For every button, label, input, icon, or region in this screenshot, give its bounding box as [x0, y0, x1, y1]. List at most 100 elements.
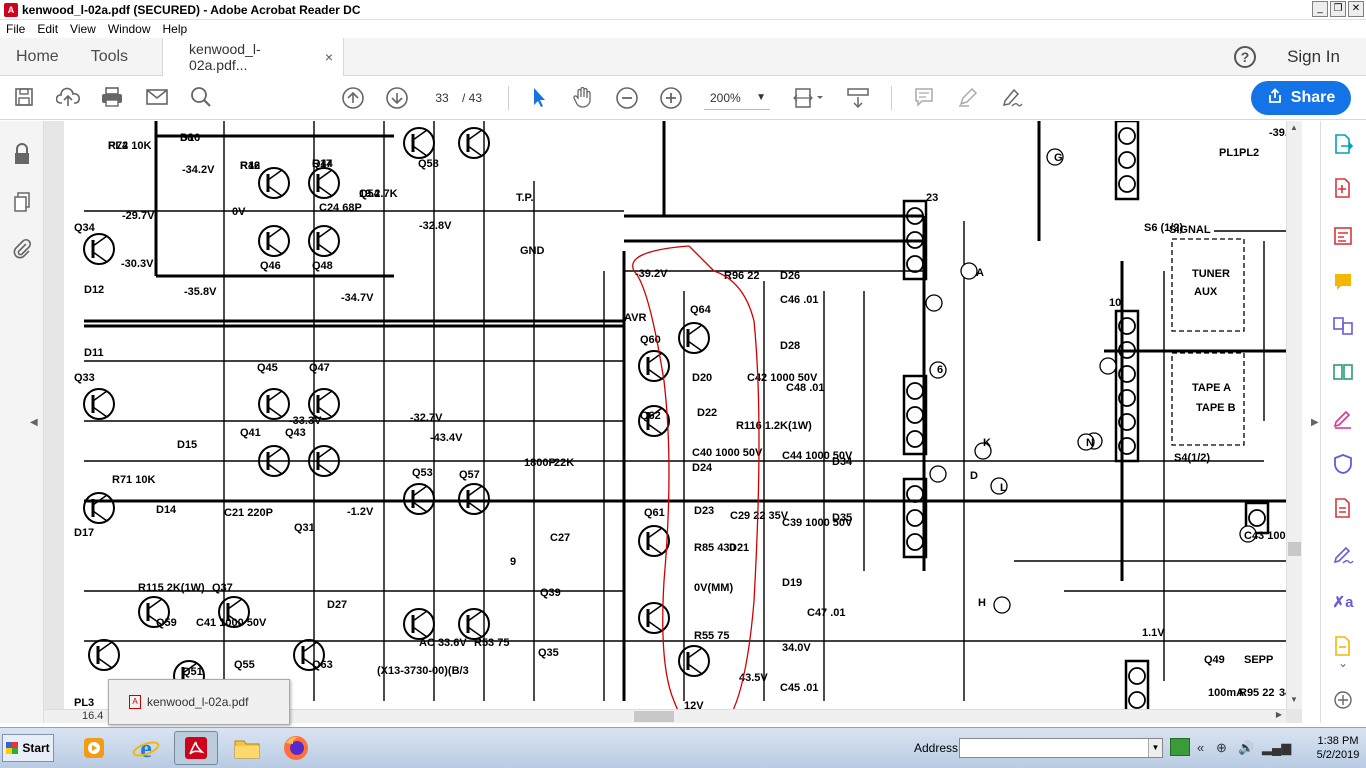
scroll-right-arrow-icon[interactable]: ▶ [1276, 710, 1282, 719]
system-clock[interactable]: 1:38 PM 5/2/2019 [1313, 734, 1363, 762]
expand-left-panel-icon[interactable]: ◀ [30, 417, 38, 428]
scroll-up-arrow-icon[interactable]: ▲ [1290, 123, 1298, 132]
schematic-label: C29 22 35V [730, 510, 789, 522]
schematic-label: TUNER [1192, 268, 1230, 280]
menu-file[interactable]: File [0, 22, 31, 36]
pdf-page[interactable]: R72 10K D16 R42 Q44 Q54 Q58 -34.2V -29.7V Q34 0V C… [64, 121, 1286, 709]
tab-home[interactable]: Home [0, 38, 75, 76]
transistor-emitter [317, 463, 333, 475]
edit-pdf-icon[interactable] [1331, 225, 1355, 249]
vertical-scroll-thumb[interactable] [1288, 542, 1301, 556]
transistor-emitter [412, 626, 428, 638]
transistor-emitter [647, 368, 663, 380]
lock-icon[interactable] [11, 143, 33, 165]
zoom-select[interactable]: 200% ▼ [704, 86, 770, 110]
menu-edit[interactable]: Edit [31, 22, 64, 36]
schematic-label: Q41 [240, 427, 261, 439]
select-cursor-icon[interactable] [527, 86, 551, 110]
find-icon[interactable] [189, 86, 213, 110]
transistor-collector [467, 129, 483, 141]
schematic-label: R115 2K(1W) [138, 582, 205, 594]
file-explorer-icon[interactable] [225, 731, 269, 765]
previous-page-icon[interactable] [341, 86, 365, 110]
share-label: Share [1290, 89, 1336, 106]
transistor-emitter [92, 406, 108, 418]
export-pdf-icon[interactable] [1331, 133, 1355, 157]
scroll-down-arrow-icon[interactable]: ▼ [1290, 695, 1298, 704]
sign-pen-icon[interactable] [1000, 86, 1024, 110]
protect-shield-icon[interactable] [1331, 453, 1355, 477]
schematic-label: D19 [782, 577, 802, 589]
page-total: / 43 [462, 91, 483, 105]
zoom-out-icon[interactable] [615, 86, 639, 110]
print-icon[interactable] [100, 86, 124, 110]
email-icon[interactable] [145, 86, 169, 110]
create-pdf-icon[interactable] [1331, 177, 1355, 201]
start-button[interactable]: Start [2, 734, 54, 762]
next-page-icon[interactable] [385, 86, 409, 110]
page-fit-icon[interactable] [791, 86, 827, 110]
firefox-icon[interactable] [274, 731, 318, 765]
transistor-emitter [267, 463, 283, 475]
network-signal-icon[interactable]: ▂▄▆ [1262, 740, 1291, 756]
pdf-document-icon[interactable] [1331, 497, 1355, 521]
usb-device-icon[interactable]: ⊕ [1216, 740, 1227, 756]
fill-sign-icon[interactable] [1331, 407, 1355, 431]
show-hidden-icons-chevron-icon[interactable]: « [1197, 740, 1204, 755]
tab-tools[interactable]: Tools [75, 38, 144, 76]
share-button[interactable]: Share [1251, 81, 1351, 115]
combine-files-icon[interactable] [1331, 315, 1355, 339]
address-input[interactable]: ▼ [959, 738, 1163, 758]
minimize-button[interactable]: _ [1312, 1, 1328, 17]
schematic-label: PL4 [108, 140, 129, 152]
media-player-icon[interactable] [72, 731, 116, 765]
zoom-in-icon[interactable] [659, 86, 683, 110]
sign-in-link[interactable]: Sign In [1287, 47, 1340, 67]
certificates-icon[interactable]: ✗a [1331, 591, 1355, 615]
acrobat-taskbar-icon[interactable] [174, 731, 218, 765]
schematic-label: -30.3V [121, 258, 154, 270]
connector-pin [906, 382, 924, 400]
collapse-right-panel-icon[interactable]: ▶ [1311, 417, 1319, 428]
pages-thumbnails-icon[interactable] [11, 191, 33, 213]
horizontal-scroll-thumb[interactable] [634, 711, 674, 722]
page-number-input[interactable]: 33 [424, 86, 460, 110]
schematic-label: C39 1000 50V [782, 517, 853, 529]
more-tools-icon[interactable] [1331, 689, 1355, 713]
hand-tool-icon[interactable] [571, 86, 595, 110]
comment-icon[interactable] [912, 86, 936, 110]
zoom-value: 200% [710, 91, 741, 105]
thumbnail-label: kenwood_l-02a.pdf [147, 695, 249, 709]
highlight-pen-icon[interactable] [956, 86, 980, 110]
svg-text:e: e [140, 734, 152, 762]
chevron-down-icon[interactable]: ▼ [1148, 739, 1162, 757]
schematic-label: PL2 [1239, 147, 1259, 159]
comment-tool-icon[interactable] [1331, 271, 1355, 295]
menu-help[interactable]: Help [157, 22, 194, 36]
scrolling-mode-icon[interactable] [846, 86, 870, 110]
tab-document[interactable]: kenwood_l-02a.pdf... × [162, 37, 345, 76]
schematic-label: Q61 [644, 507, 665, 519]
attachments-paperclip-icon[interactable] [11, 237, 33, 259]
go-button-icon[interactable] [1170, 738, 1190, 756]
taskbar-thumbnail-popup[interactable]: A kenwood_l-02a.pdf [108, 679, 290, 725]
help-icon[interactable]: ? [1234, 46, 1256, 68]
save-icon[interactable] [12, 86, 36, 110]
vertical-scrollbar[interactable]: ▲ ▼ [1286, 121, 1302, 709]
close-tab-icon[interactable]: × [325, 49, 333, 65]
upload-cloud-icon[interactable] [55, 86, 80, 110]
schematic-label: 12V [684, 700, 704, 709]
schematic-label: -39.5V [1269, 127, 1286, 139]
chevron-down-icon: ▼ [756, 92, 766, 103]
document-viewer[interactable]: R72 10K D16 R42 Q44 Q54 Q58 -34.2V -29.7V Q34 0V C… [44, 121, 1302, 723]
organize-pages-icon[interactable] [1331, 361, 1355, 385]
internet-explorer-icon[interactable]: e [124, 731, 168, 765]
close-window-button[interactable]: ✕ [1348, 1, 1364, 17]
menu-window[interactable]: Window [102, 22, 157, 36]
volume-icon[interactable]: 🔊 [1238, 740, 1254, 756]
chevron-down-icon[interactable]: ⌄ [1331, 651, 1355, 675]
send-for-signature-icon[interactable] [1331, 543, 1355, 567]
restore-button[interactable]: ❐ [1330, 1, 1346, 17]
menu-view[interactable]: View [64, 22, 102, 36]
transistor-emitter [317, 243, 333, 255]
